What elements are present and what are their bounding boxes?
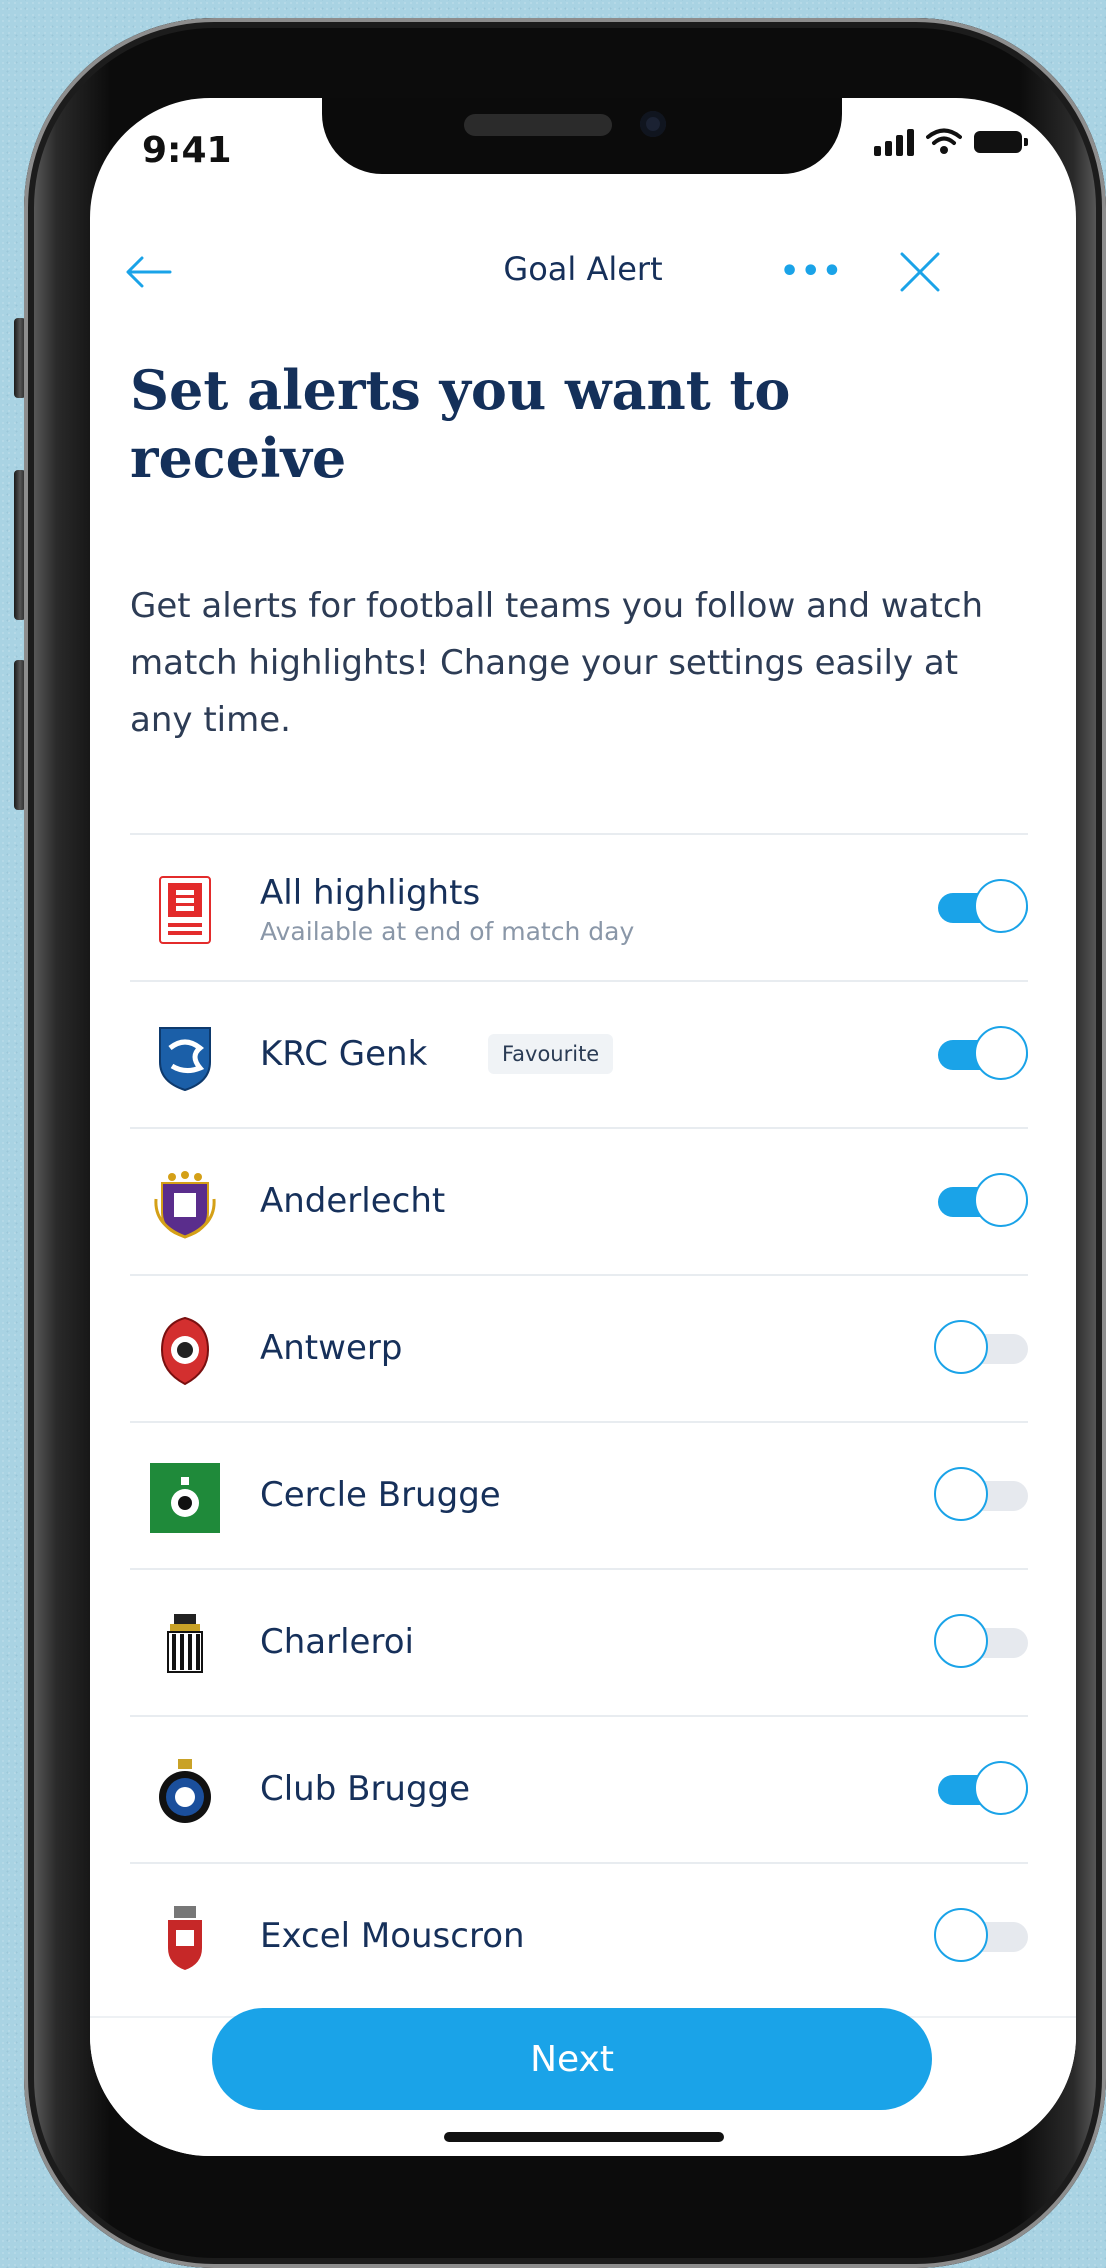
charleroi-crest-icon (167, 1614, 203, 1673)
signal-icon (874, 128, 914, 156)
alert-toggle-antwerp[interactable] (934, 1320, 1030, 1378)
wifi-icon (926, 128, 962, 154)
anderlecht-crest-icon (154, 1171, 216, 1239)
alert-toggle-charleroi[interactable] (934, 1614, 1030, 1672)
alert-toggle-excel-mouscron[interactable] (934, 1908, 1030, 1966)
alert-name: Antwerp (260, 1328, 403, 1368)
club-brugge-crest-icon (159, 1759, 211, 1823)
alert-name: All highlights (260, 873, 481, 913)
eleven-sports-logo-icon (159, 876, 211, 944)
list-item[interactable]: Excel Mouscron (130, 1862, 1028, 2009)
alert-toggle-club-brugge[interactable] (934, 1761, 1030, 1819)
list-item[interactable]: Anderlecht (130, 1127, 1028, 1274)
battery-icon (974, 131, 1028, 153)
alert-toggle-krc-genk[interactable] (934, 1026, 1030, 1084)
alert-name: Excel Mouscron (260, 1916, 525, 1956)
alerts-list: All highlights Available at end of match… (130, 833, 1028, 2009)
more-options-icon[interactable]: ••• (780, 254, 844, 289)
cercle-brugge-crest-icon (150, 1463, 220, 1533)
status-time: 9:41 (142, 130, 232, 171)
alert-name: Cercle Brugge (260, 1475, 501, 1515)
phone-frame: 9:41 Goal Alert ••• Set alerts you want … (24, 18, 1106, 2268)
favourite-badge: Favourite (488, 1034, 614, 1074)
alert-name: Club Brugge (260, 1769, 471, 1809)
alert-subtitle: Available at end of match day (260, 917, 635, 946)
antwerp-crest-icon (160, 1316, 210, 1386)
alert-toggle-all-highlights[interactable] (934, 879, 1030, 937)
home-indicator (444, 2132, 724, 2142)
mouscron-crest-icon (168, 1906, 202, 1970)
status-icons (874, 128, 1028, 156)
alert-toggle-cercle-brugge[interactable] (934, 1467, 1030, 1525)
list-item[interactable]: All highlights Available at end of match… (130, 833, 1028, 980)
page-title: Set alerts you want to receive (130, 358, 791, 490)
phone-screen: 9:41 Goal Alert ••• Set alerts you want … (90, 98, 1076, 2156)
alert-name: Charleroi (260, 1622, 414, 1662)
list-item[interactable]: Club Brugge (130, 1715, 1028, 1862)
list-item[interactable]: Charleroi (130, 1568, 1028, 1715)
alert-name: Anderlecht (260, 1181, 446, 1221)
nav-bar: Goal Alert ••• (90, 228, 1076, 318)
notch (322, 98, 842, 174)
list-item[interactable]: Antwerp (130, 1274, 1028, 1421)
list-item[interactable]: KRC Genk Favourite (130, 980, 1028, 1127)
list-item[interactable]: Cercle Brugge (130, 1421, 1028, 1568)
alert-name: KRC Genk (260, 1034, 428, 1074)
front-camera (640, 111, 666, 137)
alert-toggle-anderlecht[interactable] (934, 1173, 1030, 1231)
speaker (464, 114, 612, 136)
next-button[interactable]: Next (212, 2008, 932, 2110)
close-icon[interactable] (890, 242, 950, 302)
page-description: Get alerts for football teams you follow… (130, 586, 984, 740)
krc-genk-crest-icon (159, 1027, 211, 1092)
